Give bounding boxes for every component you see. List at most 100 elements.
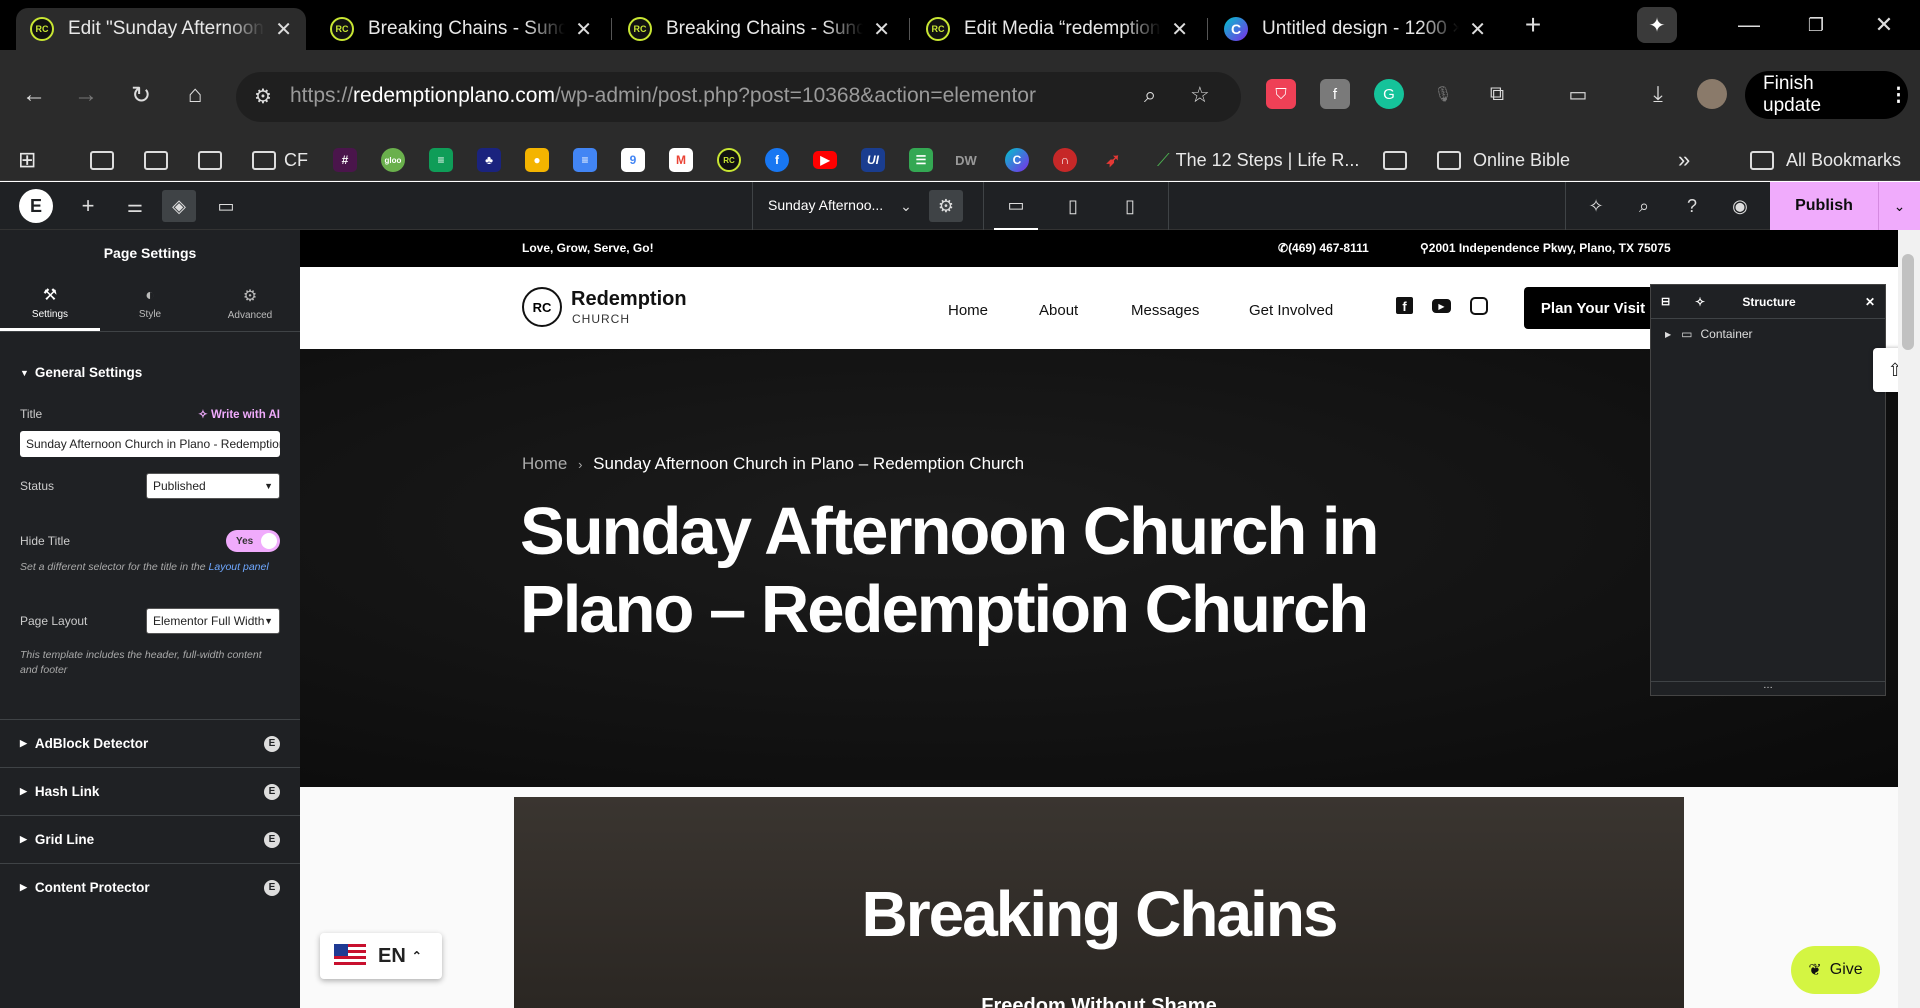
logo-name[interactable]: Redemption [571,288,687,311]
mic-icon[interactable]: 🎙 [1428,79,1458,109]
docs-bookmark[interactable]: ≡ [573,146,597,174]
gloo-bookmark[interactable]: gloo [381,146,405,174]
close-window-icon[interactable]: ✕ [1856,0,1912,50]
address[interactable]: ⚲2001 Independence Pkwy, Plano, TX 75075 [1420,241,1671,255]
download-icon[interactable]: ⤓ [1643,79,1673,109]
red-bookmark[interactable]: ➶ [1101,146,1125,174]
close-tab-icon[interactable]: ✕ [1171,17,1188,42]
breadcrumb-home[interactable]: Home [522,454,567,473]
page-layout-select[interactable]: Elementor Full Width ▼ [146,608,280,634]
headphones-bookmark[interactable]: ∩ [1053,146,1077,174]
minimize-icon[interactable]: — [1721,0,1777,50]
back-icon[interactable]: ← [14,75,54,115]
reload-icon[interactable]: ↻ [121,75,161,115]
chevron-down-icon[interactable]: ⌄ [884,182,928,230]
keep-bookmark[interactable]: ● [525,146,549,174]
redemption-bookmark[interactable]: RC [717,146,741,174]
pocket-icon[interactable]: ⛉ [1266,79,1296,109]
nav-get-involved[interactable]: Get Involved [1249,302,1333,319]
publish-button[interactable]: Publish [1770,182,1878,230]
publish-options-chevron-icon[interactable]: ⌄ [1878,182,1920,230]
tab-edit-sunday[interactable]: RC Edit "Sunday Afternoon Church ✕ [16,8,306,50]
structure-item-container[interactable]: ▶ ▭ Container [1665,327,1753,341]
comments-icon[interactable]: ▭ [204,182,248,230]
bookmark-12-steps[interactable]: ⟋ The 12 Steps | Life R... [1157,146,1359,174]
section-adblock-detector[interactable]: ▶ AdBlock Detector E [0,719,300,767]
slack-bookmark[interactable]: # [333,146,357,174]
general-settings-header[interactable]: ▼ General Settings [20,365,280,380]
restore-icon[interactable]: ❐ [1788,0,1844,50]
section-hash-link[interactable]: ▶ Hash Link E [0,767,300,815]
tab-canva[interactable]: C Untitled design - 1200 × 630 ✕ [1210,8,1500,50]
youtube-icon[interactable]: ▶ [1432,299,1451,313]
calendar-bookmark[interactable]: 9 [621,146,645,174]
hide-title-toggle[interactable]: Yes [226,530,280,552]
resize-handle-icon[interactable]: … [1651,681,1885,695]
elementor-logo-icon[interactable]: E [19,189,53,223]
structure-layers-icon[interactable]: ◈ [162,190,196,222]
facebook-icon[interactable]: f [1396,297,1413,314]
mobile-view-icon[interactable]: ▯ [1108,182,1152,230]
tablet-view-icon[interactable]: ▯ [1051,182,1095,230]
canva-bookmark[interactable]: C [1005,146,1029,174]
tab-style[interactable]: ◐ Style [100,276,200,331]
extensions-icon[interactable]: ⧉ [1482,79,1512,109]
bookmark-folder[interactable] [90,146,114,174]
close-tab-icon[interactable]: ✕ [275,17,292,42]
section-content-protector[interactable]: ▶ Content Protector E [0,863,300,911]
screen-search-icon[interactable]: ▭ [1563,79,1593,109]
site-info-icon[interactable]: ⚙ [254,84,272,109]
zoom-icon[interactable]: ⌕ [1144,82,1156,108]
page-settings-gear-icon[interactable]: ⚙ [929,190,963,222]
ui-bookmark[interactable]: UI [861,146,885,174]
title-input[interactable]: Sunday Afternoon Church in Plano - Redem… [20,431,280,457]
notifications-icon[interactable]: ✧ [1574,182,1618,230]
tab-breaking-chains-1[interactable]: RC Breaking Chains - Sunday Afte ✕ [316,8,606,50]
layout-panel-link[interactable]: Layout panel [209,561,269,573]
bookmark-folder[interactable] [1383,146,1407,174]
tab-settings[interactable]: ⚒ Settings [0,276,100,331]
write-with-ai-button[interactable]: ✧ Write with AI [198,407,280,421]
nav-home[interactable]: Home [948,302,988,319]
new-tab-icon[interactable]: + [1505,0,1561,50]
address-bar[interactable]: ⚙ https://redemptionplano.com/wp-admin/p… [236,72,1241,122]
profile-avatar[interactable] [1697,79,1727,109]
document-title[interactable]: Sunday Afternoo... [768,197,883,213]
bookmark-star-icon[interactable]: ☆ [1190,82,1210,108]
apps-icon[interactable]: ⊞ [18,146,36,174]
more-bookmarks-icon[interactable]: » [1678,146,1690,174]
scrollbar[interactable] [1898,230,1920,1008]
dw-bookmark[interactable]: DW [954,146,978,174]
church-logo-icon[interactable]: RC [522,287,562,327]
preview-eye-icon[interactable]: ◉ [1718,182,1762,230]
facebook-bookmark[interactable]: f [765,146,789,174]
desktop-view-icon[interactable]: ▭ [994,182,1038,230]
phone[interactable]: ✆(469) 467-8111 [1278,241,1369,255]
bookmark-online-bible[interactable]: Online Bible [1437,146,1570,174]
instagram-icon[interactable] [1470,297,1488,315]
plan-your-visit-button[interactable]: Plan Your Visit [1524,287,1662,329]
gemini-sparkle-icon[interactable]: ✦ [1637,7,1677,43]
nav-about[interactable]: About [1039,302,1078,319]
status-select[interactable]: Published ▼ [146,473,280,499]
close-tab-icon[interactable]: ✕ [873,17,890,42]
site-settings-icon[interactable]: ⚌ [113,182,157,230]
bookmark-folder-cf[interactable]: CF [252,146,308,174]
give-button[interactable]: ❦ Give [1791,946,1880,994]
add-element-icon[interactable]: + [66,182,110,230]
tab-advanced[interactable]: ⚙ Advanced [200,276,300,331]
help-icon[interactable]: ? [1670,182,1714,230]
finish-update-button[interactable]: Finish update ⋮ [1745,71,1908,119]
tab-breaking-chains-2[interactable]: RC Breaking Chains - Sunday Afte ✕ [614,8,904,50]
tree-bookmark[interactable]: ♣ [477,146,501,174]
home-icon[interactable]: ⌂ [175,75,215,115]
close-tab-icon[interactable]: ✕ [575,17,592,42]
bookmark-folder[interactable] [198,146,222,174]
nav-messages[interactable]: Messages [1131,302,1199,319]
extension-icon[interactable]: f [1320,79,1350,109]
search-icon[interactable]: ⌕ [1622,182,1666,230]
youtube-bookmark[interactable]: ▶ [813,146,837,174]
bookmark-folder[interactable] [144,146,168,174]
section-grid-line[interactable]: ▶ Grid Line E [0,815,300,863]
gmail-bookmark[interactable]: M [669,146,693,174]
